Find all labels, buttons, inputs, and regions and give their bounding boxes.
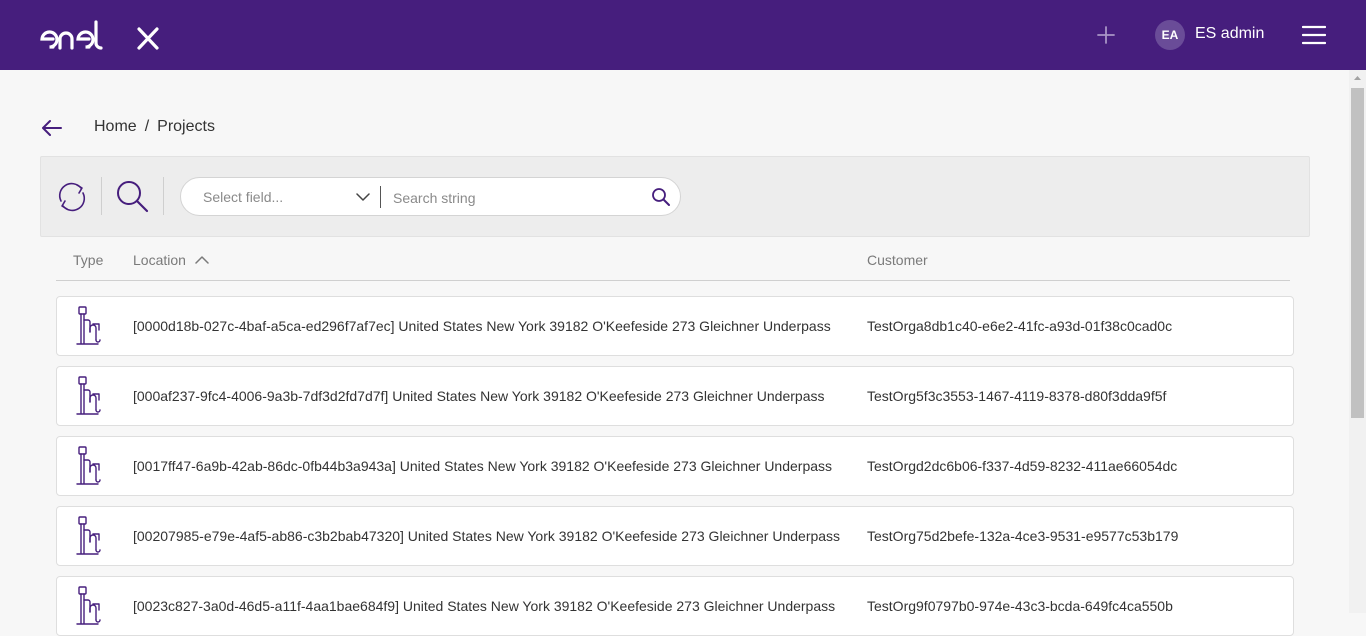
- column-header-type[interactable]: Type: [73, 252, 103, 268]
- search-string-input[interactable]: [391, 184, 645, 211]
- toolbar-divider: [101, 177, 102, 215]
- table-row[interactable]: [0017ff47-6a9b-42ab-86dc-0fb44b3a943a] U…: [56, 436, 1294, 496]
- table-header: Type Location Customer: [56, 250, 1290, 281]
- column-header-customer[interactable]: Customer: [867, 252, 928, 268]
- charging-station-icon: [76, 516, 101, 555]
- row-location: [0000d18b-027c-4baf-a5ca-ed296f7af7ec] U…: [133, 318, 831, 334]
- enel-x-logo[interactable]: [40, 20, 160, 50]
- charging-station-icon: [76, 306, 101, 345]
- search-icon[interactable]: [115, 179, 149, 213]
- chevron-down-icon: [356, 193, 370, 201]
- charging-station-icon: [76, 376, 101, 415]
- row-location: [000af237-9fc4-4006-9a3b-7df3d2fd7d7f] U…: [133, 388, 825, 404]
- top-bar: EA ES admin: [0, 0, 1366, 70]
- add-icon[interactable]: [1095, 24, 1117, 46]
- toolbar-divider: [163, 177, 164, 215]
- search-bar-divider: [380, 186, 381, 208]
- row-location: [0017ff47-6a9b-42ab-86dc-0fb44b3a943a] U…: [133, 458, 833, 474]
- breadcrumb-current: Projects: [157, 118, 215, 135]
- charging-station-icon: [76, 446, 101, 485]
- filter-toolbar: Select field...: [40, 156, 1310, 237]
- table-row[interactable]: [00207985-e79e-4af5-ab86-c3b2bab47320] U…: [56, 506, 1294, 566]
- search-submit-icon[interactable]: [651, 187, 671, 207]
- breadcrumb: Home / Projects: [94, 118, 215, 136]
- avatar[interactable]: EA: [1155, 20, 1185, 50]
- row-customer: TestOrg9f0797b0-974e-43c3-bcda-649fc4ca5…: [867, 598, 1173, 614]
- row-customer: TestOrgd2dc6b06-f337-4d59-8232-411ae6605…: [867, 458, 1178, 474]
- refresh-icon[interactable]: [55, 180, 89, 214]
- row-location: [00207985-e79e-4af5-ab86-c3b2bab47320] U…: [133, 528, 841, 544]
- row-customer: TestOrg75d2befe-132a-4ce3-9531-e9577c53b…: [867, 528, 1179, 544]
- table-row[interactable]: [0023c827-3a0d-46d5-a11f-4aa1bae684f9] U…: [56, 576, 1294, 636]
- breadcrumb-separator: /: [144, 118, 150, 135]
- hamburger-menu-icon[interactable]: [1302, 25, 1326, 45]
- row-customer: TestOrg5f3c3553-1467-4119-8378-d80f3dda9…: [867, 388, 1167, 404]
- row-location: [0023c827-3a0d-46d5-a11f-4aa1bae684f9] U…: [133, 598, 836, 614]
- vertical-scrollbar[interactable]: [1349, 70, 1366, 613]
- user-name[interactable]: ES admin: [1195, 25, 1264, 43]
- scroll-thumb[interactable]: [1351, 88, 1364, 418]
- table-row[interactable]: [000af237-9fc4-4006-9a3b-7df3d2fd7d7f] U…: [56, 366, 1294, 426]
- breadcrumb-home[interactable]: Home: [94, 118, 137, 135]
- field-select-dropdown[interactable]: Select field...: [181, 178, 381, 215]
- charging-station-icon: [76, 586, 101, 625]
- field-select-placeholder: Select field...: [203, 189, 284, 205]
- sort-ascending-icon[interactable]: [195, 255, 209, 265]
- back-arrow-icon[interactable]: [40, 117, 64, 139]
- scroll-up-arrow-icon[interactable]: [1349, 70, 1366, 87]
- table-row[interactable]: [0000d18b-027c-4baf-a5ca-ed296f7af7ec] U…: [56, 296, 1294, 356]
- column-header-location[interactable]: Location: [133, 252, 186, 268]
- row-customer: TestOrga8db1c40-e6e2-41fc-a93d-01f38c0ca…: [867, 318, 1173, 334]
- search-bar: Select field...: [180, 177, 681, 216]
